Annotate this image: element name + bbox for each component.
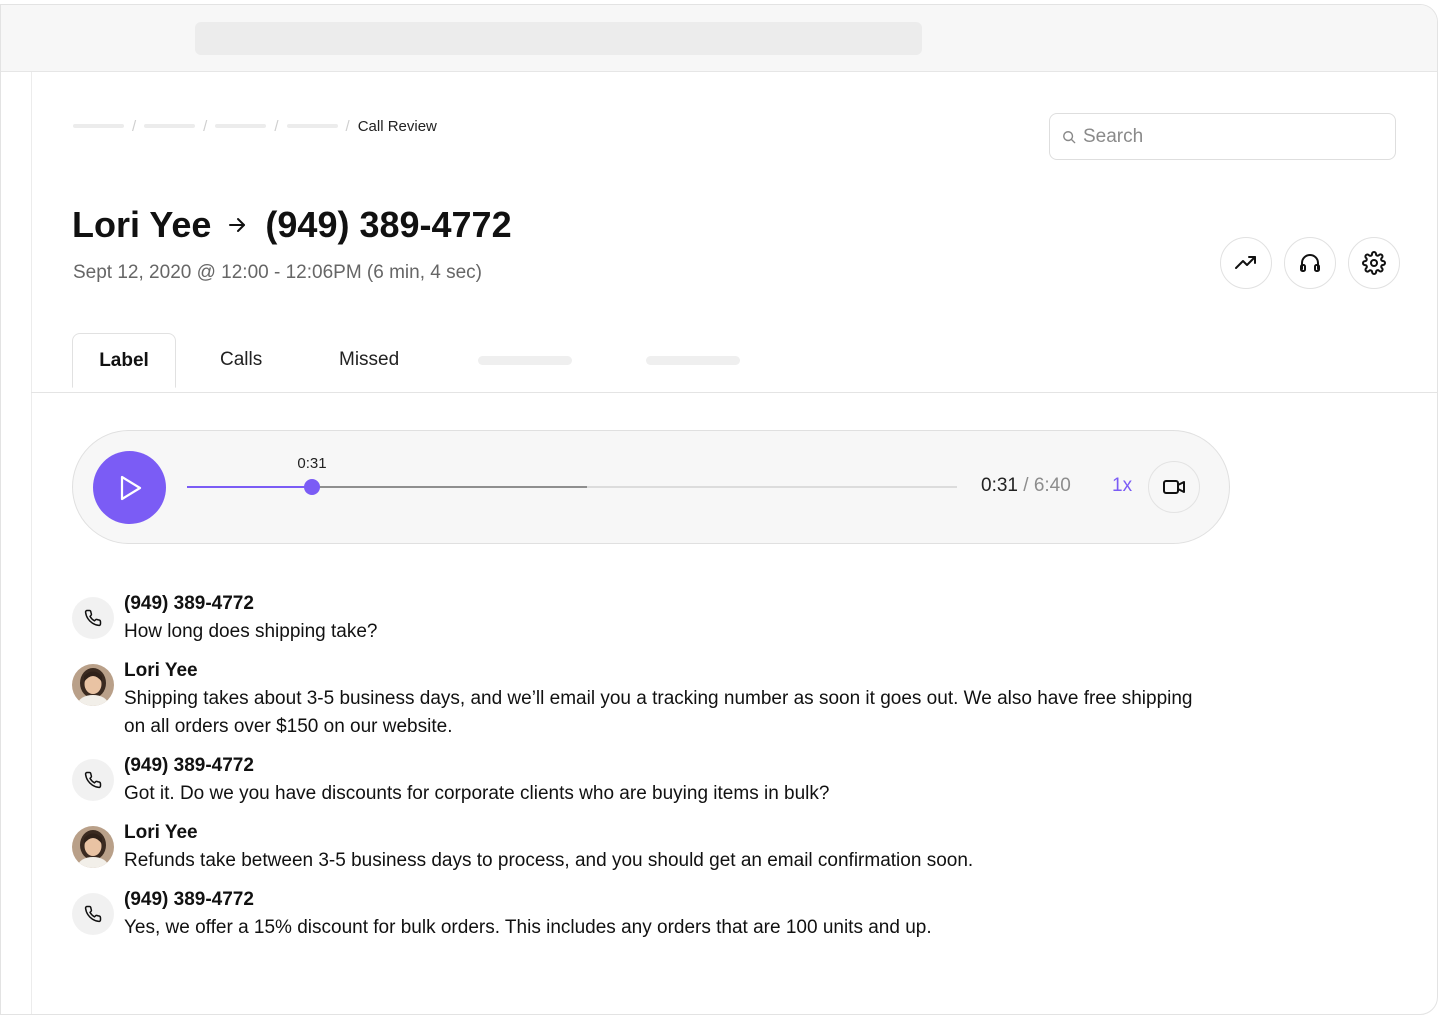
video-button[interactable] — [1148, 461, 1200, 513]
transcript-message: (949) 389-4772 Got it. Do we you have dis… — [72, 754, 1202, 808]
message-text: How long does shipping take? — [124, 621, 378, 642]
phone-icon — [72, 759, 114, 801]
audio-player: 0:31 0:31 / 6:40 1x — [72, 430, 1230, 544]
transcript-message: Lori Yee Refunds take between 3-5 busines… — [72, 821, 1202, 875]
sidebar-divider — [31, 72, 32, 1014]
phone-icon — [72, 597, 114, 639]
breadcrumb-separator: / — [132, 117, 137, 135]
settings-button[interactable] — [1348, 237, 1400, 289]
breadcrumb-separator: / — [345, 117, 350, 135]
breadcrumb-placeholder[interactable] — [215, 124, 267, 128]
listen-button[interactable] — [1284, 237, 1336, 289]
phone-icon — [72, 893, 114, 935]
play-button[interactable] — [93, 451, 166, 524]
address-bar-placeholder[interactable] — [195, 22, 922, 55]
message-text: Refunds take between 3-5 business days t… — [124, 850, 974, 871]
speaker-name: Lori Yee — [124, 660, 198, 681]
breadcrumb-placeholder[interactable] — [73, 124, 124, 128]
avatar — [72, 826, 114, 868]
speaker-name: (949) 389-4772 — [124, 755, 254, 776]
message-body: (949) 389-4772 How long does shipping tak… — [124, 592, 378, 646]
caller-name: Lori Yee — [72, 204, 212, 245]
time-separator: / — [1023, 475, 1029, 496]
time-readout: 0:31 / 6:40 — [981, 475, 1071, 497]
message-body: Lori Yee Shipping takes about 3-5 busines… — [124, 659, 1202, 741]
tab-placeholder[interactable] — [646, 356, 740, 365]
total-time: 6:40 — [1033, 475, 1071, 496]
call-time-details: Sept 12, 2020 @ 12:00 - 12:06PM (6 min, … — [73, 262, 483, 283]
seek-handle[interactable] — [304, 479, 320, 495]
message-body: (949) 389-4772 Got it. Do we you have dis… — [124, 754, 829, 808]
speaker-name: (949) 389-4772 — [124, 889, 254, 910]
video-camera-icon — [1163, 480, 1185, 494]
analytics-button[interactable] — [1220, 237, 1272, 289]
breadcrumb-separator: / — [274, 117, 279, 135]
breadcrumb: / / / / Call Review — [73, 117, 437, 135]
trending-up-icon — [1235, 256, 1256, 269]
breadcrumb-current: Call Review — [357, 117, 437, 135]
message-body: Lori Yee Refunds take between 3-5 busines… — [124, 821, 973, 875]
play-icon — [120, 475, 141, 500]
browser-top-bar — [1, 5, 1437, 72]
message-body: (949) 389-4772 Yes, we offer a 15% discou… — [124, 888, 932, 942]
headphones-icon — [1300, 254, 1320, 272]
seek-position-label: 0:31 — [297, 455, 327, 472]
playback-speed-button[interactable]: 1x — [1112, 475, 1132, 497]
current-time: 0:31 — [981, 475, 1018, 496]
arrow-right-icon — [227, 215, 247, 235]
callee-number: (949) 389-4772 — [265, 204, 512, 245]
tab-calls[interactable]: Calls — [220, 349, 262, 371]
tab-label[interactable]: Label — [72, 333, 176, 388]
speaker-name: Lori Yee — [124, 822, 198, 843]
search-input[interactable] — [1083, 125, 1363, 148]
message-text: Got it. Do we you have discounts for cor… — [124, 783, 830, 804]
transcript-message: (949) 389-4772 How long does shipping tak… — [72, 592, 1202, 646]
tab-missed[interactable]: Missed — [339, 349, 399, 371]
breadcrumb-placeholder[interactable] — [286, 124, 338, 128]
header-actions — [1220, 237, 1400, 289]
message-text: Yes, we offer a 15% discount for bulk or… — [124, 917, 932, 938]
transcript-message: (949) 389-4772 Yes, we offer a 15% discou… — [72, 888, 1202, 942]
search-box[interactable] — [1049, 113, 1396, 160]
seek-bar[interactable]: 0:31 — [187, 455, 957, 495]
breadcrumb-separator: / — [203, 117, 208, 135]
tabs-divider — [31, 392, 1437, 393]
tab-placeholder[interactable] — [478, 356, 572, 365]
avatar — [72, 664, 114, 706]
settings-gear-icon — [1362, 251, 1386, 275]
message-text: Shipping takes about 3-5 business days, … — [124, 688, 1193, 737]
transcript-message: Lori Yee Shipping takes about 3-5 busines… — [72, 659, 1202, 741]
speaker-name: (949) 389-4772 — [124, 593, 254, 614]
search-icon — [1063, 130, 1076, 143]
transcript: (949) 389-4772 How long does shipping tak… — [72, 592, 1202, 955]
played-progress — [187, 486, 312, 488]
page-title: Lori Yee (949) 389-4772 — [72, 204, 512, 246]
breadcrumb-placeholder[interactable] — [144, 124, 196, 128]
